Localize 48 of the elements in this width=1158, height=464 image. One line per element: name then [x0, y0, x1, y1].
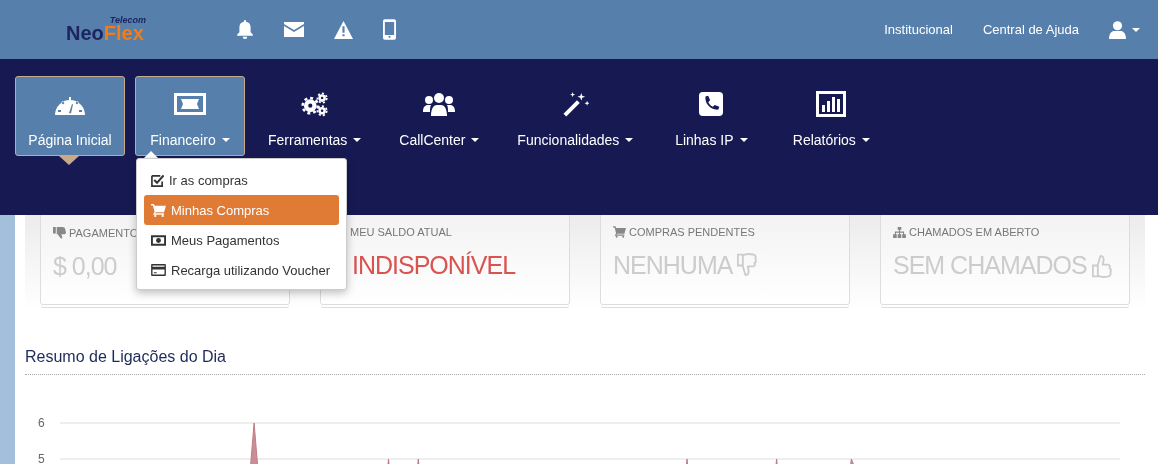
axis-tick-label: 5	[38, 452, 45, 464]
nav-tab[interactable]: Financeiro	[135, 76, 245, 156]
caret-icon	[353, 138, 362, 142]
warning-icon[interactable]	[334, 20, 353, 39]
thumbs-down-icon	[737, 253, 758, 278]
stat-label: COMPRAS PENDENTES	[629, 226, 755, 238]
caret-icon	[221, 138, 230, 142]
caret-icon	[471, 138, 480, 142]
mobile-phone-icon[interactable]	[383, 19, 396, 40]
stat-label: MEU SALDO ATUAL	[350, 226, 452, 238]
stat-value: INDISPONÍVEL	[352, 251, 516, 280]
nav-tab[interactable]: Funcionalidades	[504, 76, 647, 156]
caret-icon	[861, 138, 870, 142]
cart-icon	[613, 226, 626, 238]
phone-icon	[699, 92, 724, 116]
checkbox-icon	[151, 173, 164, 187]
header-link[interactable]: Central de Ajuda	[982, 22, 1079, 37]
thumbs-up-icon	[1091, 253, 1112, 278]
nav-tab[interactable]: Ferramentas	[255, 76, 375, 156]
users-icon	[423, 92, 456, 116]
sitemap-icon	[893, 226, 906, 238]
caret-icon	[739, 138, 748, 142]
menu-item[interactable]: Meus Pagamentos	[144, 225, 339, 255]
logo-tagline: Telecom	[109, 14, 146, 25]
header-link[interactable]: Institucional	[884, 22, 953, 37]
nav-tab[interactable]: Linhas IP	[656, 76, 767, 156]
bell-icon[interactable]	[236, 20, 254, 39]
bar-chart-icon	[816, 91, 847, 117]
nav-tab[interactable]: Página Inicial	[15, 76, 125, 156]
user-icon	[1109, 20, 1126, 39]
logo-text: Neo	[66, 21, 104, 45]
caret-icon	[1132, 27, 1140, 32]
caret-icon	[625, 138, 634, 142]
credit-card-icon	[151, 264, 166, 276]
envelope-icon[interactable]	[284, 22, 304, 37]
gears-icon	[301, 91, 329, 117]
magic-wand-icon	[561, 90, 589, 118]
chart-title: Resumo de Ligações do Dia	[25, 348, 1145, 375]
menu-item[interactable]: Recarga utilizando Voucher	[144, 255, 339, 285]
cart-icon	[151, 203, 166, 217]
nav-tab[interactable]: Relatórios	[776, 76, 887, 156]
thumbs-down-icon	[53, 226, 66, 239]
axis-tick-label: 6	[38, 416, 45, 430]
stat-label: CHAMADOS EM ABERTO	[909, 226, 1040, 238]
stat-label: PAGAMENTO	[69, 226, 139, 239]
menu-item[interactable]: Ir as compras	[144, 165, 339, 195]
user-menu[interactable]	[1109, 20, 1140, 39]
nav-tab[interactable]: CallCenter	[384, 76, 495, 156]
